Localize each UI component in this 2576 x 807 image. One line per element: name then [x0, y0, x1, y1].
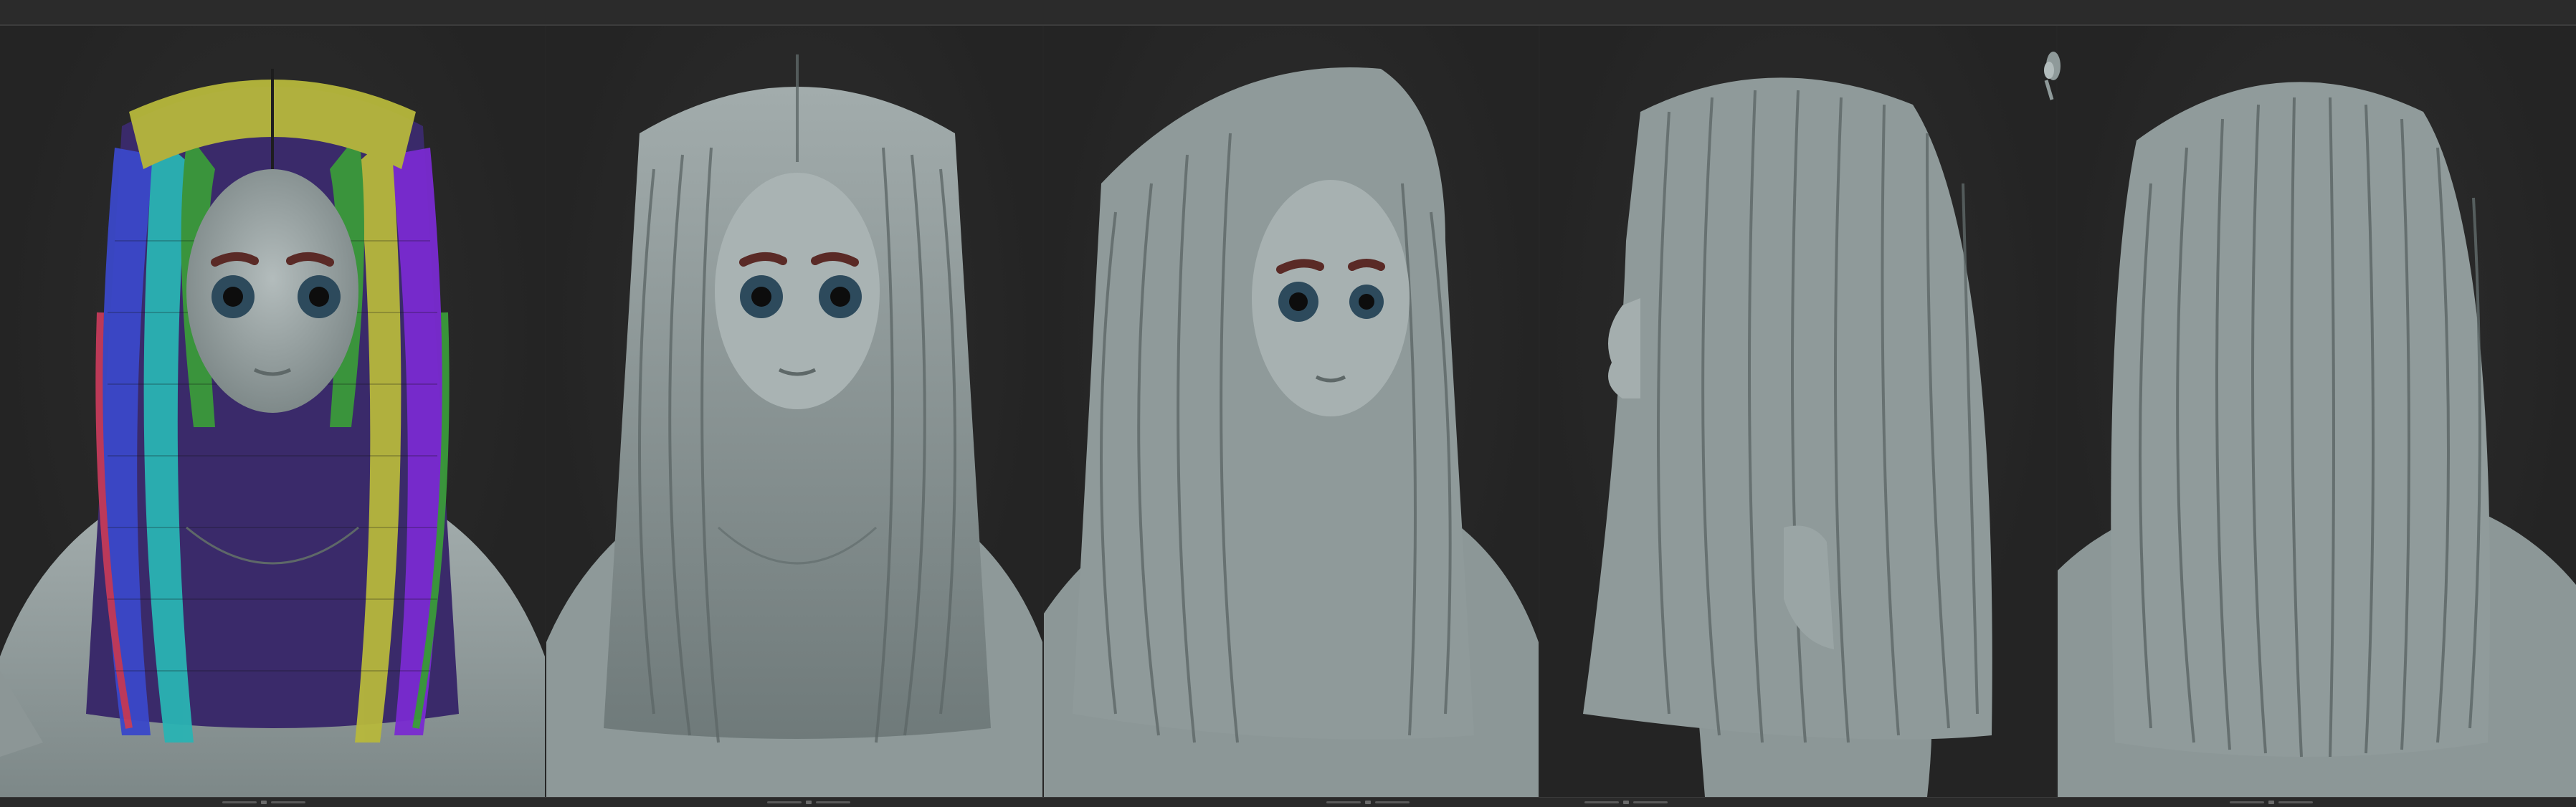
handle-bar: [1584, 801, 1619, 803]
scroll-handle-5[interactable]: [2230, 800, 2316, 804]
handle-bar: [1326, 801, 1361, 803]
viewport-three-quarter[interactable]: [1044, 26, 1539, 797]
handle-dot: [1623, 800, 1629, 804]
handle-bar: [271, 801, 305, 803]
handle-dot: [261, 800, 267, 804]
front-shaded-render: [546, 54, 1042, 797]
viewport-row: [0, 26, 2576, 797]
navigation-head-icon[interactable]: [2039, 39, 2061, 103]
scroll-handle-1[interactable]: [222, 800, 308, 804]
handle-bar: [2278, 801, 2313, 803]
back-render: [2058, 82, 2576, 797]
side-render: [1583, 77, 1992, 797]
head-icon: [2044, 52, 2061, 100]
handle-bar: [2230, 801, 2264, 803]
scroll-handle-4[interactable]: [1584, 800, 1670, 804]
viewport-footer: [0, 797, 2576, 807]
viewport-side[interactable]: [1540, 26, 2056, 797]
viewport-front-shaded[interactable]: [546, 26, 1042, 797]
handle-bar: [1375, 801, 1410, 803]
handle-dot: [1365, 800, 1371, 804]
scroll-handle-2[interactable]: [767, 800, 853, 804]
handle-dot: [2268, 800, 2274, 804]
handle-dot: [806, 800, 812, 804]
handle-bar: [767, 801, 802, 803]
handle-bar: [816, 801, 850, 803]
handle-bar: [222, 801, 257, 803]
handle-bar: [1633, 801, 1668, 803]
scroll-handle-3[interactable]: [1326, 800, 1412, 804]
viewport-back[interactable]: [2058, 26, 2576, 797]
front-polygroups-render: [0, 69, 545, 797]
top-toolbar: [0, 0, 2576, 26]
three-quarter-render: [1044, 67, 1539, 797]
viewport-front-polygroups[interactable]: [0, 26, 545, 797]
